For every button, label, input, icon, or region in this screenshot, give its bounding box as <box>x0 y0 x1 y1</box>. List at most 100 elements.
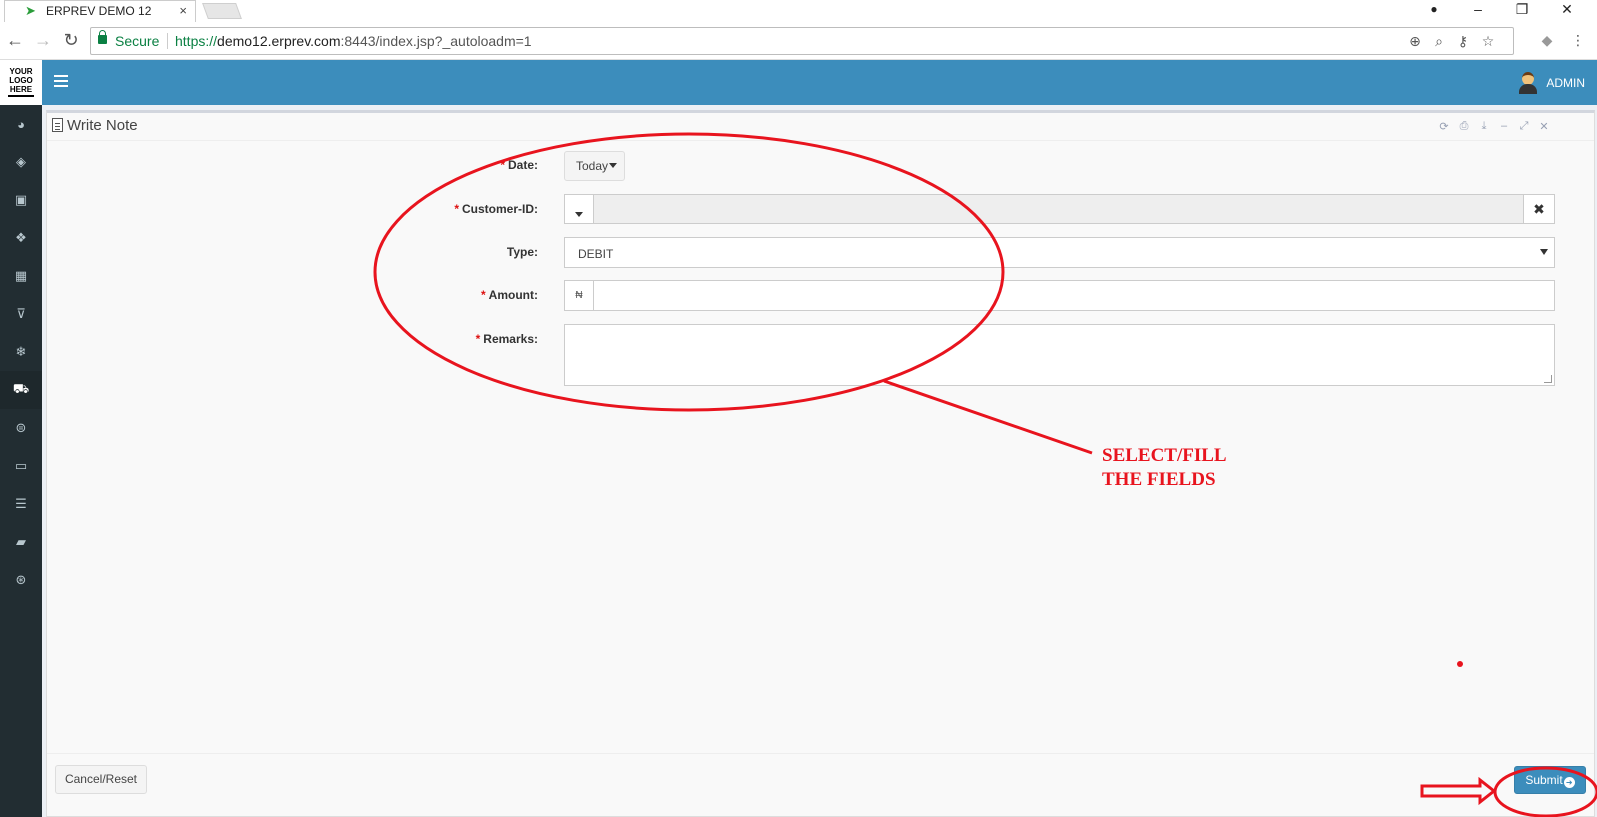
cancel-reset-button[interactable]: Cancel/Reset <box>55 765 147 794</box>
url-path: :8443/index.jsp?_autoloadm=1 <box>340 33 532 49</box>
required-marker: * <box>475 332 481 346</box>
user-menu[interactable]: ADMIN <box>1518 72 1585 94</box>
sidebar-item-dashboard[interactable]: ◕ <box>0 105 42 143</box>
required-marker: * <box>481 288 486 302</box>
minimize-button[interactable]: – <box>1456 0 1500 20</box>
amount-label-text: Amount: <box>488 288 538 302</box>
extension-icon[interactable]: ◆ <box>1537 31 1557 49</box>
required-marker: * <box>500 158 505 172</box>
forward-icon[interactable]: → <box>33 31 53 49</box>
amount-input[interactable] <box>593 280 1555 311</box>
write-note-panel: Write Note ⟳ ⎙ ⤓ – ⤢ ✕ * Date: Today * Cus… <box>46 110 1595 817</box>
page-title: Write Note <box>67 117 138 134</box>
tab-close-icon[interactable]: × <box>179 3 187 18</box>
customer-id-input[interactable] <box>593 194 1524 224</box>
select-arrow-icon <box>1540 249 1548 255</box>
caret-down-icon <box>575 212 583 217</box>
back-icon[interactable]: ← <box>5 31 25 49</box>
submit-button[interactable]: Submit ➜ <box>1514 766 1586 794</box>
remarks-label: * Remarks: <box>338 332 538 346</box>
customer-dropdown-button[interactable] <box>564 194 594 224</box>
lock-icon <box>98 30 107 44</box>
sidebar-item-building[interactable]: ▦ <box>0 257 42 295</box>
zoom-icon[interactable]: ⌕ <box>1430 33 1448 50</box>
dashboard-icon: ◕ <box>17 116 25 132</box>
sidebar-item-desktop[interactable]: ▭ <box>0 447 42 485</box>
erprev-favicon-icon: ➤ <box>25 3 36 18</box>
key-icon[interactable]: ⚷ <box>1454 33 1472 50</box>
caret-down-icon <box>609 163 618 168</box>
annotation-text: SELECT/FILL THE FIELDS <box>1102 444 1227 492</box>
browser-tab-strip: ➤ ERPREV DEMO 12 × ● – ❐ ✕ <box>0 0 1597 22</box>
company-logo[interactable]: YOUR LOGO HERE <box>0 60 42 105</box>
close-icon[interactable]: ✕ <box>1537 120 1551 133</box>
building-icon: ▦ <box>14 268 28 283</box>
sidebar-item-settings[interactable]: ❄ <box>0 333 42 371</box>
remarks-textarea[interactable] <box>564 324 1555 386</box>
circle-icon: ⊜ <box>15 420 27 435</box>
panel-header: Write Note ⟳ ⎙ ⤓ – ⤢ ✕ <box>47 113 1594 141</box>
money-icon: ▣ <box>14 192 28 207</box>
required-marker: * <box>454 202 459 216</box>
date-dropdown-button[interactable]: Today <box>564 151 625 181</box>
avatar <box>1518 72 1538 94</box>
lifebuoy-icon: ⊛ <box>15 572 27 587</box>
date-label-text: Date: <box>507 158 538 172</box>
sidebar-item-inventory[interactable]: ❖ <box>0 219 42 257</box>
database-icon: ☰ <box>15 496 27 511</box>
customer-label: * Customer-ID: <box>338 202 538 216</box>
sidebar-item-support[interactable]: ⊛ <box>0 561 42 599</box>
sidebar-toggle-icon[interactable] <box>54 75 68 87</box>
date-value: Today <box>576 159 609 173</box>
refresh-icon[interactable]: ⟳ <box>1437 120 1451 133</box>
sidebar-item-tags[interactable]: ◈ <box>0 143 42 181</box>
sidebar: ◕ ◈ ▣ ❖ ▦ ⊽ ❄ ⛟ ⊜ ▭ ☰ ▰ ⊛ <box>0 105 42 817</box>
tag-icon: ◈ <box>16 154 26 169</box>
menu-icon[interactable]: ⋮ <box>1568 31 1588 49</box>
logo-line: LOGO <box>9 76 33 85</box>
cart-icon: ⛟ <box>12 381 30 396</box>
document-icon <box>52 118 63 132</box>
sidebar-item-money[interactable]: ▣ <box>0 181 42 219</box>
logo-line: YOUR <box>9 67 33 76</box>
restore-button[interactable]: ❐ <box>1500 0 1544 20</box>
profile-icon[interactable]: ● <box>1412 0 1456 20</box>
download-icon[interactable]: ⤓ <box>1477 120 1491 133</box>
expand-icon[interactable]: ⤢ <box>1517 120 1531 133</box>
browser-tab[interactable]: ➤ ERPREV DEMO 12 × <box>4 0 196 22</box>
customer-label-text: Customer-ID: <box>461 202 538 216</box>
collapse-icon[interactable]: – <box>1497 120 1511 132</box>
reload-icon[interactable]: ↻ <box>61 31 81 49</box>
user-name: ADMIN <box>1546 76 1585 90</box>
remarks-label-text: Remarks: <box>483 332 538 346</box>
sidebar-item-database[interactable]: ☰ <box>0 485 42 523</box>
cubes-icon: ❖ <box>15 230 27 245</box>
url-text[interactable]: https://demo12.erprev.com:8443/index.jsp… <box>175 33 532 49</box>
bookmark-star-icon[interactable]: ☆ <box>1479 33 1497 50</box>
location-icon[interactable]: ⊕ <box>1406 33 1424 50</box>
annotation-line: SELECT/FILL <box>1102 445 1227 466</box>
url-scheme: https:// <box>175 33 218 49</box>
close-window-button[interactable]: ✕ <box>1545 0 1589 20</box>
type-label: Type: <box>506 245 538 259</box>
new-tab-button[interactable] <box>202 3 242 19</box>
print-icon[interactable]: ⎙ <box>1457 120 1471 133</box>
panel-footer: Cancel/Reset Submit ➜ <box>47 753 1594 817</box>
sidebar-item-circle[interactable]: ⊜ <box>0 409 42 447</box>
type-select[interactable]: DEBIT <box>564 237 1555 268</box>
type-value: DEBIT <box>578 247 614 261</box>
sidebar-item-trash[interactable]: ⊽ <box>0 295 42 333</box>
naira-currency-icon: ₦ <box>564 280 594 311</box>
address-bar[interactable]: Secure https://demo12.erprev.com:8443/in… <box>90 27 1514 55</box>
date-label: * Date: <box>338 158 538 172</box>
url-host: demo12.erprev.com <box>217 33 341 49</box>
sidebar-item-book[interactable]: ▰ <box>0 523 42 561</box>
amount-label: * Amount: <box>338 288 538 302</box>
tab-title: ERPREV DEMO 12 <box>46 4 152 18</box>
secure-label: Secure <box>115 33 160 49</box>
book-icon: ▰ <box>16 534 26 549</box>
logo-line: HERE <box>9 85 33 94</box>
customer-clear-button[interactable]: ✖ <box>1523 194 1555 224</box>
logo-underline <box>8 95 34 97</box>
sidebar-item-sales[interactable]: ⛟ <box>0 371 42 409</box>
